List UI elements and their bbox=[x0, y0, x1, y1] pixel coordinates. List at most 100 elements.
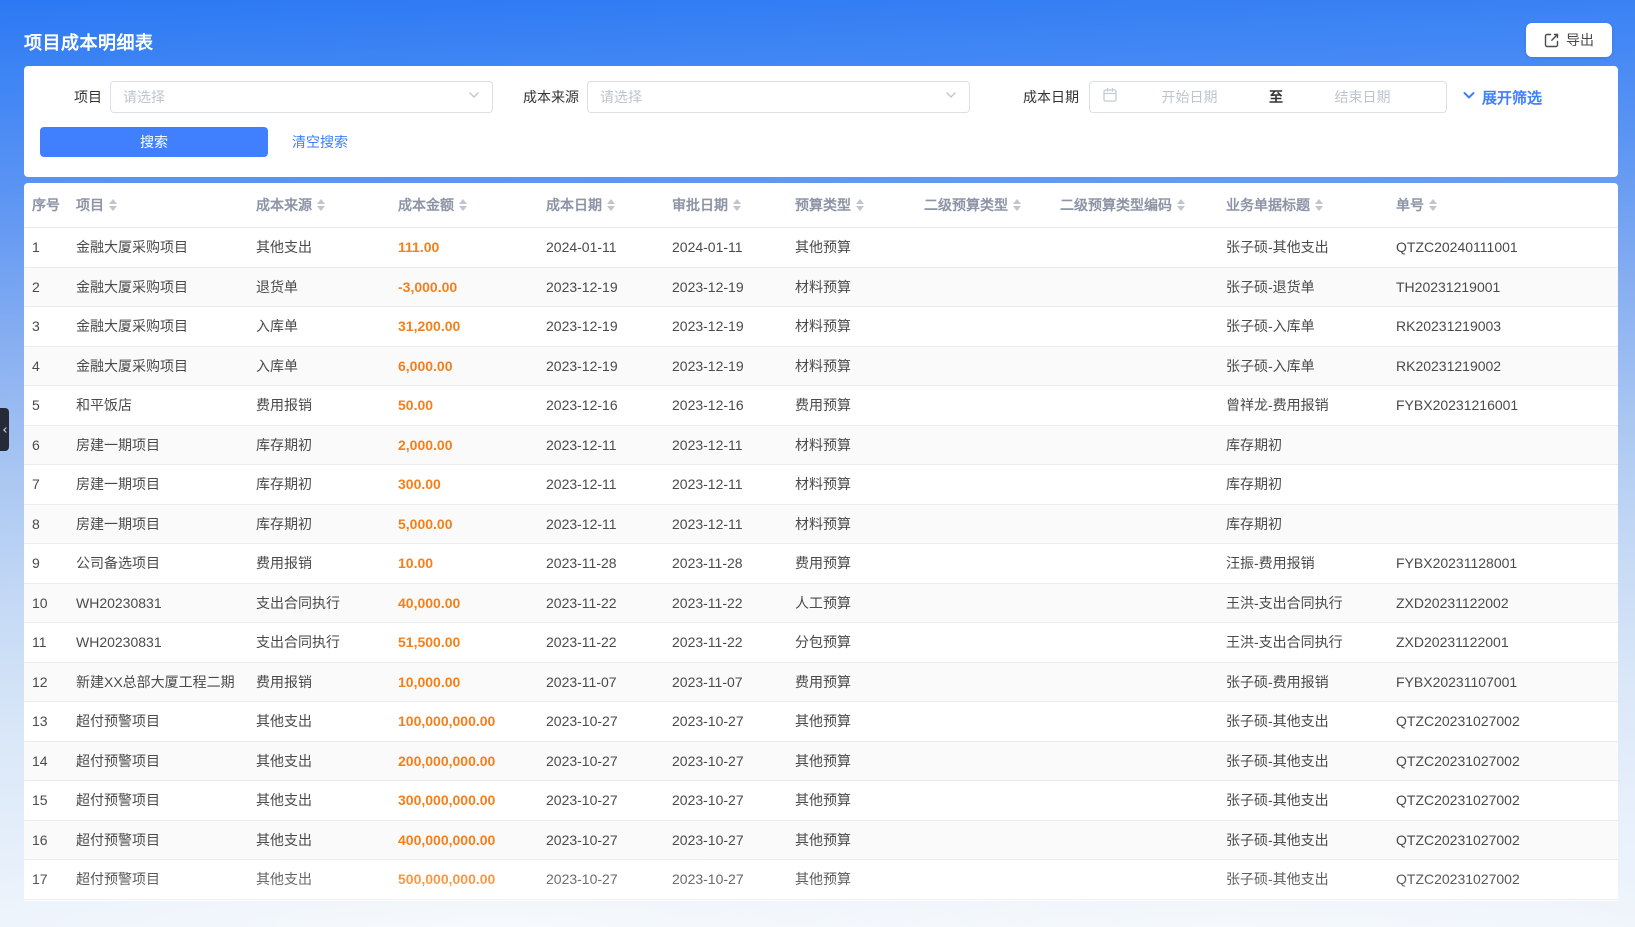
cell-approval-date: 2024-01-11 bbox=[672, 239, 795, 255]
column-header-cost-source[interactable]: 成本来源 bbox=[256, 195, 398, 215]
cell-doc-no: FYBX20231216001 bbox=[1396, 397, 1618, 413]
chevron-down-icon bbox=[945, 88, 957, 106]
cell-project: 新建XX总部大厦工程二期 bbox=[76, 672, 256, 692]
project-select[interactable]: 请选择 bbox=[110, 81, 493, 113]
column-header-cost-amount[interactable]: 成本金额 bbox=[398, 195, 546, 215]
cell-cost-amount: 500,000,000.00 bbox=[398, 871, 546, 887]
table-row: 10WH20230831支出合同执行40,000.002023-11-22202… bbox=[24, 584, 1618, 624]
table-row: 15超付预警项目其他支出300,000,000.002023-10-272023… bbox=[24, 781, 1618, 821]
start-date-input[interactable]: 开始日期 bbox=[1118, 87, 1261, 107]
export-button[interactable]: 导出 bbox=[1526, 23, 1612, 57]
expand-filters-link[interactable]: 展开筛选 bbox=[1462, 81, 1542, 113]
cell-cost-amount: 51,500.00 bbox=[398, 634, 546, 650]
cell-doc-title: 张子硕-其他支出 bbox=[1226, 869, 1396, 889]
cell-project: 金融大厦采购项目 bbox=[76, 316, 256, 336]
cell-cost-amount: 400,000,000.00 bbox=[398, 832, 546, 848]
cell-project: 超付预警项目 bbox=[76, 711, 256, 731]
sort-icon[interactable] bbox=[607, 199, 615, 211]
cell-cost-amount: 5,000.00 bbox=[398, 516, 546, 532]
cell-index: 11 bbox=[24, 634, 76, 650]
cost-source-filter-label: 成本来源 bbox=[523, 81, 579, 113]
table-row: 13超付预警项目其他支出100,000,000.002023-10-272023… bbox=[24, 702, 1618, 742]
cost-source-select[interactable]: 请选择 bbox=[587, 81, 970, 113]
column-header-sub-budget-type[interactable]: 二级预算类型 bbox=[924, 195, 1060, 215]
cell-doc-no: QTZC20231027002 bbox=[1396, 832, 1618, 848]
cell-project: 房建一期项目 bbox=[76, 474, 256, 494]
cell-doc-title: 张子硕-退货单 bbox=[1226, 277, 1396, 297]
search-button[interactable]: 搜索 bbox=[40, 127, 268, 157]
cell-cost-source: 费用报销 bbox=[256, 553, 398, 573]
cell-approval-date: 2023-12-19 bbox=[672, 318, 795, 334]
sort-icon[interactable] bbox=[733, 199, 741, 211]
sort-icon[interactable] bbox=[1013, 199, 1021, 211]
sort-icon[interactable] bbox=[1429, 199, 1437, 211]
clear-search-link[interactable]: 清空搜索 bbox=[292, 127, 348, 157]
cell-approval-date: 2023-11-22 bbox=[672, 634, 795, 650]
cell-approval-date: 2023-12-11 bbox=[672, 476, 795, 492]
export-icon bbox=[1544, 33, 1559, 48]
cell-approval-date: 2023-11-22 bbox=[672, 595, 795, 611]
cell-cost-date: 2023-10-27 bbox=[546, 713, 672, 729]
sort-icon[interactable] bbox=[1177, 199, 1185, 211]
cell-cost-source: 费用报销 bbox=[256, 395, 398, 415]
table-row: 6房建一期项目库存期初2,000.002023-12-112023-12-11材… bbox=[24, 426, 1618, 466]
sort-icon[interactable] bbox=[459, 199, 467, 211]
table-row: 17超付预警项目其他支出500,000,000.002023-10-272023… bbox=[24, 860, 1618, 900]
cell-doc-title: 张子硕-入库单 bbox=[1226, 316, 1396, 336]
column-header-approval-date[interactable]: 审批日期 bbox=[672, 195, 795, 215]
cell-doc-no: ZXD20231122001 bbox=[1396, 634, 1618, 650]
cell-doc-no: QTZC20231027002 bbox=[1396, 871, 1618, 887]
cell-project: 超付预警项目 bbox=[76, 869, 256, 889]
cell-index: 17 bbox=[24, 871, 76, 887]
cell-cost-source: 其他支出 bbox=[256, 790, 398, 810]
column-header-doc-title[interactable]: 业务单据标题 bbox=[1226, 195, 1396, 215]
table-row: 7房建一期项目库存期初300.002023-12-112023-12-11材料预… bbox=[24, 465, 1618, 505]
cell-cost-date: 2023-10-27 bbox=[546, 753, 672, 769]
column-header-cost-date[interactable]: 成本日期 bbox=[546, 195, 672, 215]
column-label: 业务单据标题 bbox=[1226, 195, 1310, 215]
drawer-handle[interactable] bbox=[0, 408, 9, 451]
column-header-project[interactable]: 项目 bbox=[76, 195, 256, 215]
cell-cost-source: 库存期初 bbox=[256, 514, 398, 534]
sort-icon[interactable] bbox=[109, 199, 117, 211]
cell-approval-date: 2023-12-11 bbox=[672, 516, 795, 532]
cell-cost-date: 2023-11-22 bbox=[546, 634, 672, 650]
cell-budget-type: 其他预算 bbox=[795, 869, 924, 889]
cell-cost-date: 2023-11-28 bbox=[546, 555, 672, 571]
cell-cost-source: 支出合同执行 bbox=[256, 593, 398, 613]
cell-cost-amount: 10.00 bbox=[398, 555, 546, 571]
cost-date-range-input[interactable]: 开始日期 至 结束日期 bbox=[1089, 81, 1447, 113]
cell-budget-type: 费用预算 bbox=[795, 395, 924, 415]
column-header-budget-type[interactable]: 预算类型 bbox=[795, 195, 924, 215]
sort-icon[interactable] bbox=[317, 199, 325, 211]
cell-cost-source: 其他支出 bbox=[256, 237, 398, 257]
column-label: 成本日期 bbox=[546, 195, 602, 215]
cell-cost-amount: 100,000,000.00 bbox=[398, 713, 546, 729]
cell-cost-amount: 111.00 bbox=[398, 239, 546, 255]
cell-cost-date: 2023-10-27 bbox=[546, 792, 672, 808]
cell-cost-date: 2023-12-11 bbox=[546, 437, 672, 453]
column-label: 项目 bbox=[76, 195, 104, 215]
end-date-input[interactable]: 结束日期 bbox=[1291, 87, 1434, 107]
cell-project: WH20230831 bbox=[76, 595, 256, 611]
cell-cost-source: 其他支出 bbox=[256, 711, 398, 731]
cell-doc-no: RK20231219002 bbox=[1396, 358, 1618, 374]
cell-cost-amount: 300.00 bbox=[398, 476, 546, 492]
cell-doc-title: 张子硕-其他支出 bbox=[1226, 237, 1396, 257]
cell-index: 6 bbox=[24, 437, 76, 453]
column-header-sub-budget-code[interactable]: 二级预算类型编码 bbox=[1060, 195, 1226, 215]
cell-cost-date: 2024-01-11 bbox=[546, 239, 672, 255]
cell-index: 7 bbox=[24, 476, 76, 492]
calendar-icon bbox=[1102, 87, 1118, 108]
cell-index: 2 bbox=[24, 279, 76, 295]
cell-approval-date: 2023-12-16 bbox=[672, 397, 795, 413]
table-row: 4金融大厦采购项目入库单6,000.002023-12-192023-12-19… bbox=[24, 347, 1618, 387]
sort-icon[interactable] bbox=[856, 199, 864, 211]
cell-doc-no: TH20231219001 bbox=[1396, 279, 1618, 295]
cell-budget-type: 材料预算 bbox=[795, 474, 924, 494]
column-header-doc-no[interactable]: 单号 bbox=[1396, 195, 1618, 215]
cell-budget-type: 其他预算 bbox=[795, 711, 924, 731]
sort-icon[interactable] bbox=[1315, 199, 1323, 211]
cell-doc-title: 张子硕-其他支出 bbox=[1226, 830, 1396, 850]
column-label: 单号 bbox=[1396, 195, 1424, 215]
